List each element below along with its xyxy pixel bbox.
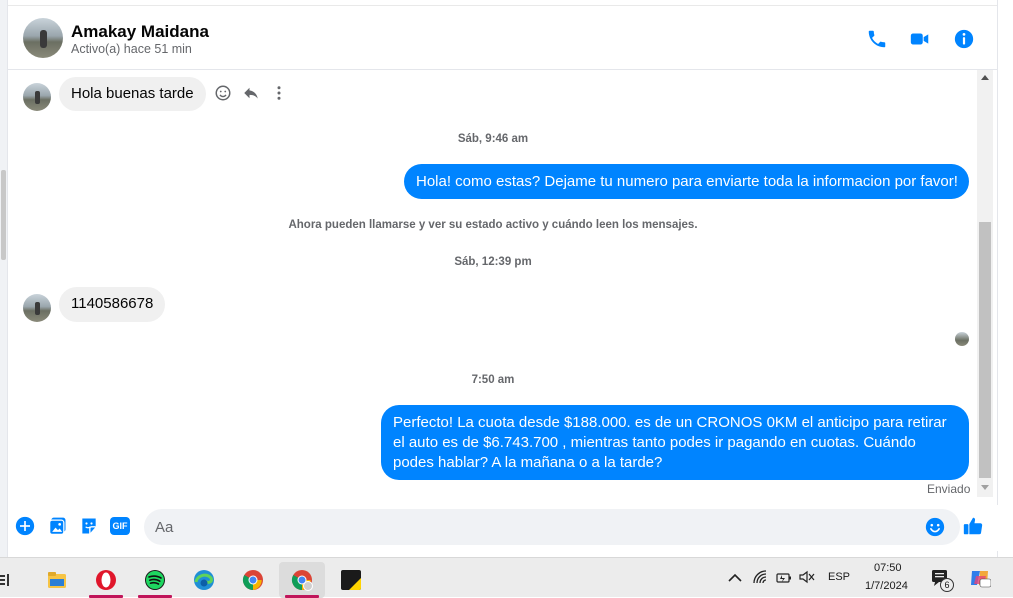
sender-avatar[interactable]: [23, 294, 51, 322]
chevron-up-icon[interactable]: [728, 571, 742, 589]
react-icon[interactable]: [212, 82, 234, 104]
timestamp: Sáb, 12:39 pm: [454, 256, 532, 268]
contact-name[interactable]: Amakay Maidana: [71, 22, 209, 42]
volume-muted-icon[interactable]: [799, 570, 815, 589]
timestamp: Sáb, 9:46 am: [457, 133, 529, 145]
top-divider: [8, 0, 998, 6]
message-input-box[interactable]: [144, 509, 960, 545]
messenger-window: Amakay Maidana Activo(a) hace 51 min Hol…: [0, 0, 1013, 557]
copilot-icon[interactable]: [969, 568, 992, 593]
image-icon[interactable]: [47, 515, 69, 537]
sent-status: Enviado: [927, 482, 971, 496]
system-message: Ahora pueden llamarse y ver su estado ac…: [288, 219, 698, 231]
edge-icon[interactable]: [181, 562, 227, 598]
contact-avatar[interactable]: [23, 18, 63, 58]
taskview-icon[interactable]: [0, 562, 20, 598]
incoming-message[interactable]: 1140586678: [59, 287, 166, 322]
notification-count-badge: 6: [940, 578, 954, 592]
clock-date[interactable]: 1/7/2024: [865, 580, 908, 592]
opera-icon[interactable]: [83, 562, 129, 598]
reply-icon[interactable]: [240, 82, 262, 104]
gif-icon[interactable]: GIF: [109, 515, 131, 537]
left-scrollbar[interactable]: [0, 0, 8, 557]
emoji-icon[interactable]: [924, 516, 946, 538]
contact-status: Activo(a) hace 51 min: [71, 42, 192, 56]
message-scrollbar[interactable]: [977, 70, 993, 497]
conversation-header: Amakay Maidana Activo(a) hace 51 min: [8, 7, 998, 70]
windows-taskbar: ESP 07:50 1/7/2024 6: [0, 557, 1013, 598]
video-icon[interactable]: [908, 27, 932, 51]
sticky-notes-icon[interactable]: [328, 562, 374, 598]
right-edge-panel: [997, 0, 1013, 557]
left-scrollbar-thumb[interactable]: [1, 170, 6, 260]
seen-indicator-avatar: [955, 332, 969, 346]
message-scrollbar-thumb[interactable]: [979, 222, 991, 478]
battery-icon[interactable]: [776, 571, 792, 589]
timestamp: 7:50 am: [471, 374, 515, 386]
info-icon[interactable]: [952, 27, 976, 51]
scroll-down-arrow-icon[interactable]: [981, 485, 989, 490]
more-options-icon[interactable]: [268, 82, 290, 104]
composer-bar: GIF: [8, 505, 998, 551]
gif-label: GIF: [110, 517, 130, 535]
message-input[interactable]: [155, 517, 915, 537]
clock-time[interactable]: 07:50: [874, 562, 902, 574]
spotify-icon[interactable]: [132, 562, 178, 598]
chrome-profile-icon[interactable]: [279, 562, 325, 598]
phone-icon[interactable]: [865, 27, 889, 51]
language-indicator[interactable]: ESP: [828, 571, 850, 583]
sticker-icon[interactable]: [78, 515, 100, 537]
sender-avatar[interactable]: [23, 83, 51, 111]
like-icon[interactable]: [962, 515, 984, 537]
scroll-up-arrow-icon[interactable]: [981, 75, 989, 80]
outgoing-message[interactable]: Hola! como estas? Dejame tu numero para …: [404, 164, 969, 199]
wifi-icon[interactable]: [753, 570, 769, 589]
outgoing-message[interactable]: Perfecto! La cuota desde $188.000. es de…: [381, 405, 969, 480]
chrome-icon[interactable]: [230, 562, 276, 598]
file-explorer-icon[interactable]: [34, 562, 80, 598]
add-icon[interactable]: [14, 515, 36, 537]
incoming-message[interactable]: Hola buenas tarde: [59, 77, 206, 111]
